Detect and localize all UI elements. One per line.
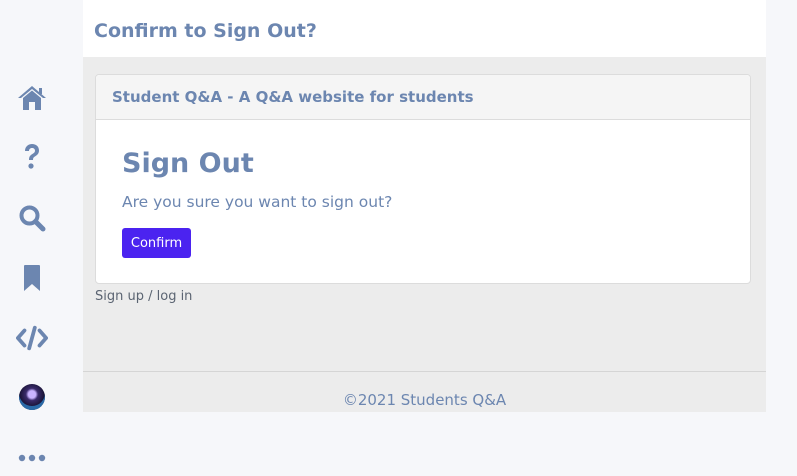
main-content: Confirm to Sign Out? Student Q&A - A Q&A… — [83, 0, 766, 412]
sign-out-question: Are you sure you want to sign out? — [122, 193, 393, 211]
search-icon[interactable] — [16, 202, 48, 234]
top-bar: Confirm to Sign Out? — [83, 0, 766, 57]
footer-copyright: ©2021 Students Q&A — [342, 391, 507, 409]
right-gutter — [766, 0, 797, 476]
signup-login-link[interactable]: Sign up / log in — [95, 289, 192, 304]
question-icon[interactable] — [16, 141, 48, 173]
sign-out-card: Student Q&A - A Q&A website for students… — [95, 74, 751, 284]
footer: ©2021 Students Q&A — [83, 371, 766, 412]
page-title: Confirm to Sign Out? — [94, 20, 317, 42]
card-header: Student Q&A - A Q&A website for students — [96, 75, 750, 120]
more-icon[interactable] — [16, 442, 48, 474]
sidebar — [0, 0, 83, 476]
home-icon[interactable] — [16, 82, 48, 114]
code-icon[interactable] — [16, 322, 48, 354]
avatar[interactable] — [19, 384, 45, 410]
confirm-button[interactable]: Confirm — [122, 228, 191, 258]
bookmark-icon[interactable] — [16, 262, 48, 294]
sign-out-heading: Sign Out — [122, 148, 254, 179]
